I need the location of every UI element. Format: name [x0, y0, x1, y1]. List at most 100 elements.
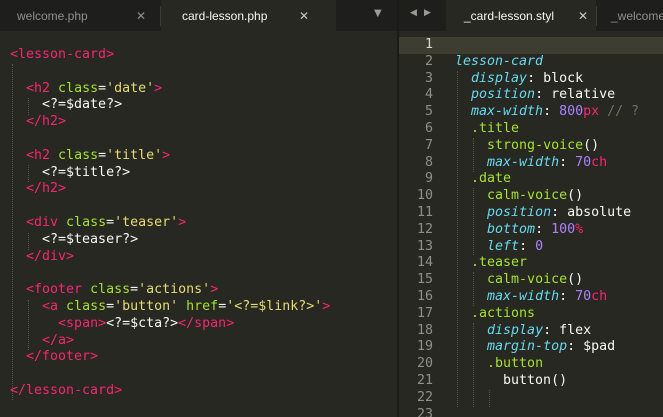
code-token: <?=$cta?> — [106, 315, 179, 331]
code-token: > — [154, 80, 163, 96]
line-number: 15 — [416, 272, 433, 288]
code-token: .actions — [471, 305, 536, 321]
code-token: <span> — [58, 315, 107, 331]
tab-label: welcome.php — [17, 8, 88, 23]
tab-welcome-php[interactable]: welcome.php ✕ — [0, 0, 160, 31]
styl-code-text[interactable]: lesson-card display: block position: rel… — [455, 37, 639, 417]
code-token: : — [519, 238, 536, 254]
code-token: () — [583, 137, 600, 153]
code-token: </lesson-card> — [10, 382, 123, 398]
code-token: <a — [42, 298, 59, 314]
tab-welcome-styl[interactable]: _welcome — [597, 0, 663, 31]
code-token: : $pad — [567, 339, 616, 355]
code-token: > — [162, 147, 171, 163]
code-token: bottom — [487, 221, 536, 237]
code-token: display — [487, 322, 544, 338]
code-token: > — [210, 282, 219, 298]
code-line: </lesson-card> — [10, 383, 330, 400]
code-token: : — [543, 104, 560, 120]
code-line: max-width: 70ch — [455, 155, 639, 172]
code-token: 'button' — [114, 298, 179, 314]
code-line: .title — [455, 121, 639, 138]
code-token: : absolute — [551, 204, 632, 220]
nav-prev-icon[interactable]: ◀ — [410, 8, 417, 18]
line-number: 17 — [416, 305, 433, 321]
code-token: strong-voice — [487, 137, 584, 153]
code-line: display: block — [455, 71, 639, 88]
code-line: .button — [455, 356, 639, 373]
code-line: <h2 class='date'> — [10, 81, 330, 98]
close-icon[interactable]: ✕ — [136, 9, 146, 23]
close-icon[interactable]: ✕ — [578, 9, 588, 23]
code-line: max-width: 800px // ? — [455, 104, 639, 121]
code-line: <?=$teaser?> — [10, 232, 330, 249]
tab-card-lesson-styl[interactable]: _card-lesson.styl ✕ — [446, 0, 596, 31]
nav-next-icon[interactable]: ▶ — [424, 8, 431, 18]
code-line: <div class='teaser'> — [10, 215, 330, 232]
line-number: 3 — [424, 70, 433, 86]
code-token: class — [50, 80, 99, 96]
code-token: margin-top — [487, 339, 568, 355]
line-number: 1 — [424, 37, 433, 52]
php-editor-pane[interactable]: <lesson-card> <h2 class='date'> <?=$date… — [0, 31, 397, 417]
code-token: display — [471, 70, 528, 86]
left-tab-bar: welcome.php ✕ card-lesson.php ✕ ▼ — [0, 0, 398, 31]
code-line: <lesson-card> — [10, 47, 330, 64]
code-line: </div> — [10, 249, 330, 266]
code-token: () — [567, 188, 584, 204]
line-number-gutter: 1 2 3 4 5 6 7 8 9 10 11 12 13 14 15 16 17 18 19 20 21 22 23 — [399, 37, 433, 417]
line-number: 16 — [416, 288, 433, 304]
code-token: % — [575, 221, 584, 237]
php-code-text[interactable]: <lesson-card> <h2 class='date'> <?=$date… — [10, 47, 330, 400]
code-token: class — [58, 214, 107, 230]
code-token: = — [98, 80, 107, 96]
code-token: </h2> — [26, 114, 67, 130]
code-token: 70 — [575, 154, 592, 170]
code-line: max-width: 70ch — [455, 289, 639, 306]
code-token: max-width — [487, 288, 560, 304]
close-icon[interactable]: ✕ — [299, 9, 309, 23]
code-token: <?=$title?> — [10, 164, 131, 180]
code-token: position — [487, 204, 552, 220]
code-token: 100 — [551, 221, 576, 237]
code-line: margin-top: $pad — [455, 339, 639, 356]
code-token: '<?=$link?>' — [226, 298, 323, 314]
code-token: = — [130, 282, 139, 298]
code-token: position — [471, 87, 536, 103]
tab-list-dropdown-icon[interactable]: ▼ — [374, 8, 382, 19]
line-number: 9 — [424, 171, 433, 187]
code-token: left — [487, 238, 520, 254]
tab-card-lesson-php[interactable]: card-lesson.php ✕ — [161, 0, 336, 31]
code-token: </h2> — [26, 181, 67, 197]
line-number: 13 — [416, 238, 433, 254]
code-token: <?=$teaser?> — [10, 231, 139, 247]
right-tab-bar: ◀ ▶ _card-lesson.styl ✕ _welcome — [398, 0, 663, 31]
code-token: <h2 — [26, 147, 51, 163]
line-number: 21 — [416, 372, 433, 388]
tab-label: _card-lesson.styl — [464, 8, 555, 23]
code-line: </footer> — [10, 349, 330, 366]
code-token: .button — [487, 356, 544, 372]
code-line: button() — [455, 373, 639, 390]
code-line: <h2 class='title'> — [10, 148, 330, 165]
code-line: </h2> — [10, 114, 330, 131]
code-line: .date — [455, 171, 639, 188]
styl-editor-pane[interactable]: 1 2 3 4 5 6 7 8 9 10 11 12 13 14 15 16 17 18 19 20 21 22 23 le… — [399, 31, 663, 417]
code-token: 0 — [535, 238, 544, 254]
code-token: 'date' — [106, 80, 155, 96]
code-line: position: relative — [455, 87, 639, 104]
